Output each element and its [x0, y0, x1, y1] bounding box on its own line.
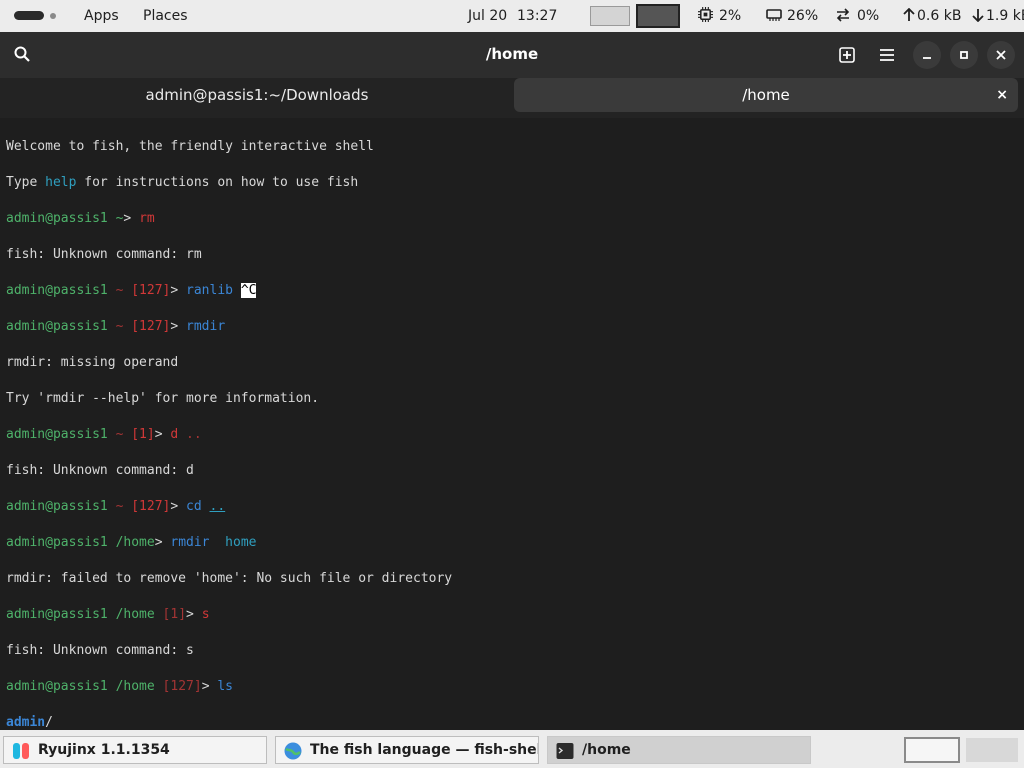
prompt-line: admin@passis1 ~ [1]> d .. — [6, 427, 202, 442]
tab-label: /home — [742, 86, 790, 104]
terminal-icon — [556, 743, 574, 759]
taskbar-label: Ryujinx 1.1.1354 — [38, 742, 170, 758]
minimize-icon — [923, 57, 931, 59]
tab-bar: admin@passis1:~/Downloads /home × — [0, 78, 1024, 118]
prompt-line: admin@passis1 /home [127]> ls — [6, 679, 233, 694]
terminal-line: rmdir: failed to remove 'home': No such … — [6, 571, 453, 586]
top-bar: Apps Places Jul 20 13:27 2% 26% 0% 0.6 k… — [0, 0, 1024, 32]
places-menu[interactable]: Places — [143, 7, 188, 25]
terminal-line: Welcome to fish, the friendly interactiv… — [6, 139, 374, 154]
prompt-line: admin@passis1 ~ [127]> ranlib ^C — [6, 283, 257, 298]
workspace-switcher-1[interactable] — [904, 737, 960, 763]
swap-indicator[interactable]: 0% — [835, 7, 879, 25]
prompt-user: admin@passis1 — [6, 211, 108, 226]
taskbar-label: The fish language — fish-shell 3.7... — [310, 742, 538, 758]
ryujinx-icon — [13, 743, 29, 759]
maximize-icon — [960, 51, 968, 59]
browser-globe-icon — [284, 742, 302, 760]
upload-value: 0.6 kB — [917, 8, 962, 24]
cpu-icon — [698, 7, 713, 22]
new-tab-icon — [839, 47, 855, 63]
workspace-switcher-2[interactable] — [966, 738, 1018, 762]
terminal-line: Try 'rmdir --help' for more information. — [6, 391, 320, 406]
terminal-headerbar: /home — [0, 32, 1024, 78]
activities-indicator[interactable] — [14, 11, 58, 21]
hamburger-menu-icon — [880, 49, 894, 61]
prompt-line: admin@passis1 ~ [127]> rmdir — [6, 319, 226, 334]
prompt-line: admin@passis1 /home [1]> s — [6, 607, 210, 622]
minimize-button[interactable] — [913, 41, 941, 69]
new-tab-button[interactable] — [833, 41, 861, 69]
swap-value: 0% — [857, 8, 880, 24]
maximize-button[interactable] — [950, 41, 978, 69]
workspace-1[interactable] — [590, 6, 630, 26]
terminal-line: Type help for instructions on how to use… — [6, 175, 359, 190]
tab-label: admin@passis1:~/Downloads — [145, 86, 369, 104]
terminal-line: fish: Unknown command: rm — [6, 247, 202, 262]
close-icon — [996, 50, 1006, 60]
upload-indicator[interactable]: 0.6 kB — [903, 7, 961, 25]
apps-menu[interactable]: Apps — [84, 7, 119, 25]
terminal-line: fish: Unknown command: d — [6, 463, 194, 478]
download-indicator[interactable]: 1.9 kB — [972, 7, 1024, 25]
tab-downloads[interactable]: admin@passis1:~/Downloads — [0, 78, 514, 118]
menu-button[interactable] — [873, 41, 901, 69]
prompt-line: admin@passis1 /home> rmdir home — [6, 535, 257, 550]
terminal-output[interactable]: Welcome to fish, the friendly interactiv… — [0, 118, 1024, 766]
workspace-active-pill — [14, 11, 44, 20]
workspace-2[interactable] — [636, 4, 680, 28]
prompt-line: admin@passis1 ~> rm — [6, 211, 155, 226]
memory-value: 26% — [787, 8, 819, 24]
taskbar-item-browser[interactable]: The fish language — fish-shell 3.7... — [275, 736, 539, 764]
tab-home[interactable]: /home × — [514, 78, 1018, 112]
prompt-line: admin@passis1 ~ [127]> cd .. — [6, 499, 226, 514]
cpu-value: 2% — [719, 8, 742, 24]
taskbar-label: /home — [582, 742, 631, 758]
arrow-up-icon — [903, 7, 915, 21]
ls-dir-entry: admin — [6, 715, 46, 730]
window-title: /home — [485, 45, 539, 63]
clock-date[interactable]: Jul 20 — [468, 7, 507, 25]
tab-close-icon[interactable]: × — [996, 78, 1008, 112]
close-button[interactable] — [987, 41, 1015, 69]
ctrl-c-marker: ^C — [240, 283, 257, 298]
swap-icon — [836, 8, 850, 22]
cpu-indicator[interactable]: 2% — [698, 7, 741, 25]
memory-indicator[interactable]: 26% — [766, 7, 818, 25]
terminal-line: fish: Unknown command: s — [6, 643, 194, 658]
terminal-line: rmdir: missing operand — [6, 355, 179, 370]
workspace-dot — [50, 13, 56, 19]
taskbar-item-ryujinx[interactable]: Ryujinx 1.1.1354 — [3, 736, 267, 764]
arrow-down-icon — [972, 9, 984, 23]
clock-time[interactable]: 13:27 — [517, 7, 557, 25]
download-value: 1.9 kB — [986, 8, 1024, 24]
memory-icon — [766, 9, 782, 21]
taskbar-item-terminal[interactable]: /home — [547, 736, 811, 764]
bottom-taskbar: Ryujinx 1.1.1354 The fish language — fis… — [0, 730, 1024, 768]
